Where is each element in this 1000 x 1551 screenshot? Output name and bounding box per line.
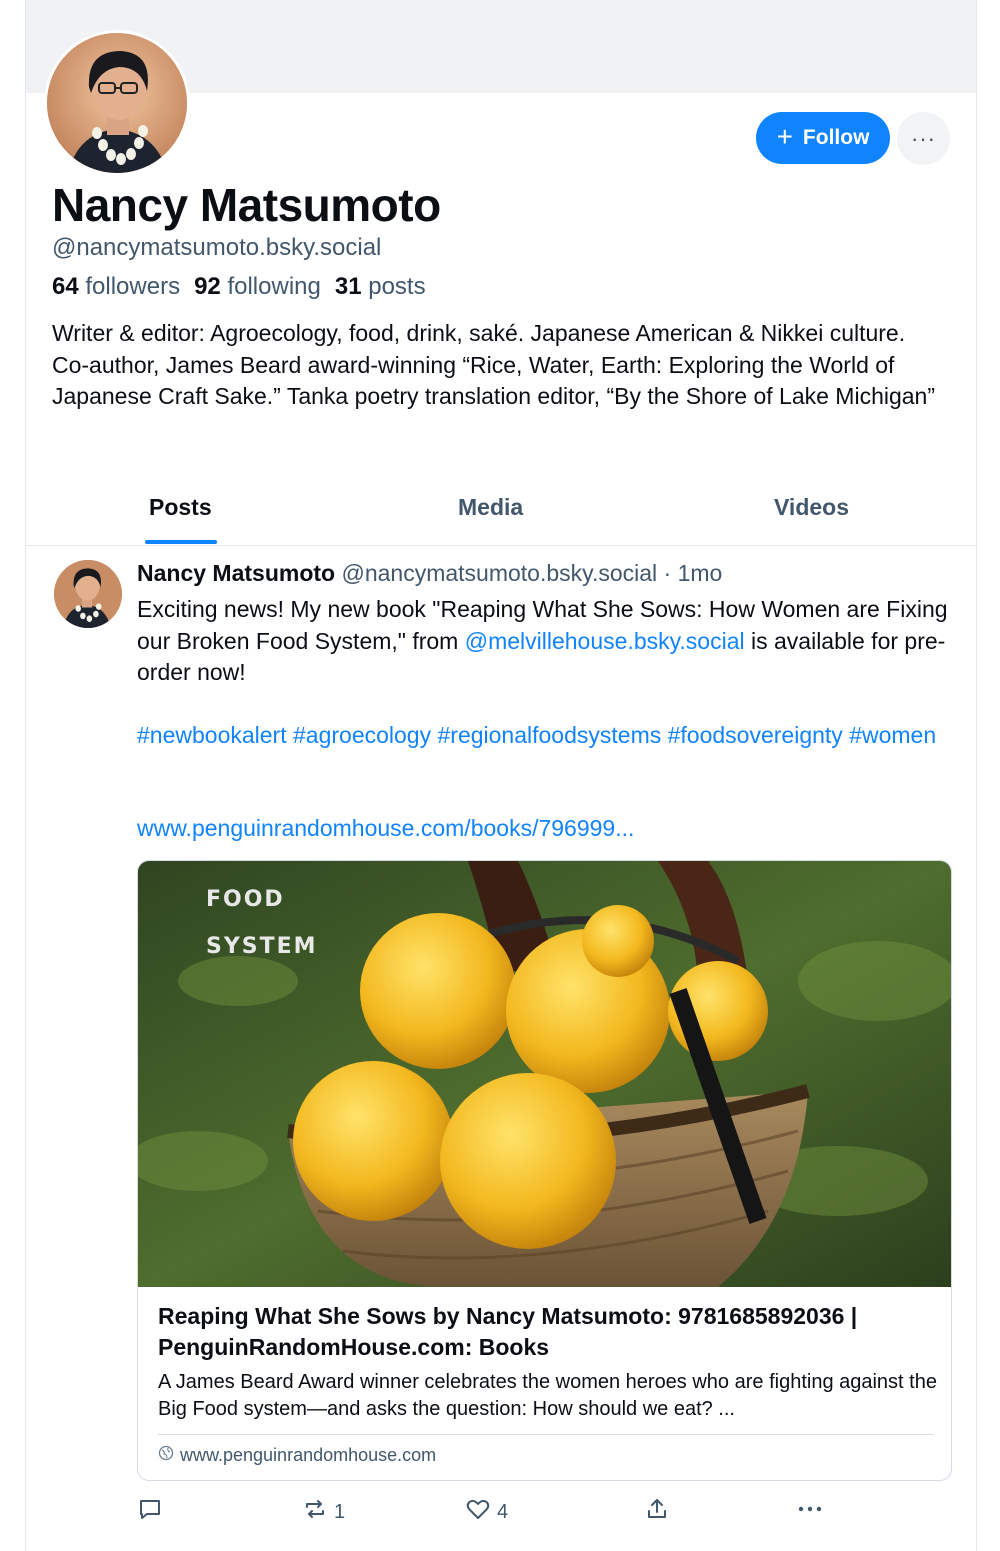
profile-bio: Writer & editor: Agroecology, food, drin… [52,320,936,410]
posts-label: posts [368,273,426,300]
ellipsis-icon [795,1496,825,1528]
follow-button-label: Follow [802,126,870,149]
post-author-avatar[interactable] [54,560,122,628]
profile-avatar[interactable] [44,30,190,176]
tab-posts[interactable]: Posts [149,494,212,521]
plus-icon: + [776,120,793,152]
image-caption-line: SYSTEM [206,934,318,959]
share-button[interactable] [644,1496,670,1528]
post-author-name[interactable]: Nancy Matsumoto [137,560,335,586]
post-actions: 1 4 [137,1496,957,1532]
post-text: Exciting news! My new book "Reaping What… [137,594,957,689]
tab-videos[interactable]: Videos [774,494,849,521]
mention-link[interactable]: @melvillehouse.bsky.social [465,628,745,654]
share-icon [644,1496,670,1528]
heart-icon [465,1496,491,1528]
post-header: Nancy Matsumoto @nancymatsumoto.bsky.soc… [137,560,722,587]
repost-icon [302,1496,328,1528]
active-tab-indicator [145,540,217,544]
hashtag-link[interactable]: #foodsovereignty [668,722,843,748]
following-link[interactable]: 92 following [194,273,321,301]
followers-label: followers [85,273,181,300]
follow-button[interactable]: + Follow [756,112,890,164]
followers-link[interactable]: 64 followers [52,273,180,301]
profile-stats: 64 followers 92 following 31 posts [52,273,426,301]
hashtag-link[interactable]: #agroecology [293,722,431,748]
reply-button[interactable] [137,1496,169,1528]
link-preview-domain: www.penguinrandomhouse.com [158,1445,436,1466]
followers-count: 64 [52,273,79,300]
like-count: 4 [497,1500,509,1523]
hashtag-link[interactable]: #newbookalert [137,722,287,748]
reply-icon [137,1496,163,1528]
link-preview-domain-text: www.penguinrandomhouse.com [180,1445,437,1465]
repost-count: 1 [334,1500,346,1523]
link-preview-card[interactable]: FOOD SYSTEM Reaping What She Sows by Nan… [137,860,952,1481]
like-button[interactable]: 4 [465,1496,508,1528]
profile-tabs: Posts Media Videos [26,478,976,546]
tab-media[interactable]: Media [458,494,523,521]
link-preview-image: FOOD SYSTEM [138,861,951,1287]
posts-stat: 31 posts [335,273,426,301]
post-author-handle[interactable]: @nancymatsumoto.bsky.social [341,560,657,586]
post-more-button[interactable] [795,1496,825,1528]
more-options-button[interactable]: ··· [897,112,950,165]
post-time-separator: · [663,560,672,586]
profile-display-name: Nancy Matsumoto [52,179,441,231]
profile-handle: @nancymatsumoto.bsky.social [52,234,382,261]
posts-count: 31 [334,273,362,300]
post-url-link[interactable]: www.penguinrandomhouse.com/books/796999.… [137,815,634,842]
link-preview-divider [158,1434,933,1435]
link-preview-title: Reaping What She Sows by Nancy Matsumoto… [158,1303,858,1360]
hashtag-link[interactable]: #women [849,722,936,748]
following-count: 92 [194,273,221,300]
post-timestamp[interactable]: 1mo [678,560,723,586]
profile-page: + Follow ··· Nancy Matsumoto @nancymatsu… [25,0,977,1551]
post-hashtags: #newbookalert #agroecology #regionalfood… [137,720,957,752]
ellipsis-icon: ··· [911,125,936,151]
repost-button[interactable]: 1 [302,1496,345,1528]
image-caption-line: FOOD [206,887,285,912]
link-preview-description: A James Beard Award winner celebrates th… [158,1371,937,1420]
hashtag-link[interactable]: #regionalfoodsystems [438,722,662,748]
globe-icon [158,1445,174,1466]
following-label: following [227,273,321,300]
